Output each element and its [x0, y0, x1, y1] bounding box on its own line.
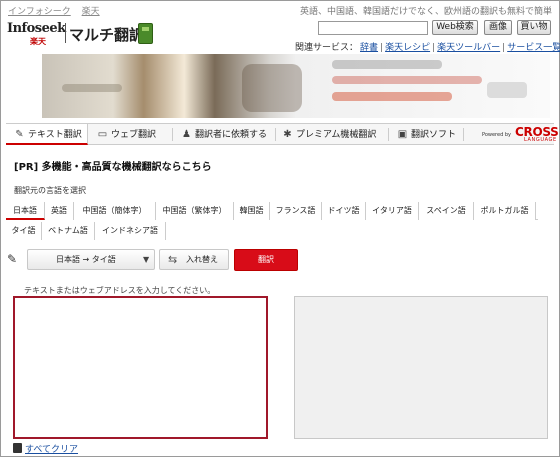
divider: | [432, 43, 436, 53]
powered-by-label: Powered by [482, 132, 511, 138]
rakuten-link[interactable]: 楽天 [82, 7, 100, 17]
top-links: インフォシーク 楽天 [8, 4, 108, 17]
language-pair-value: 日本語 → タイ語 [56, 250, 116, 269]
pair-arrow: → [82, 255, 90, 264]
box-icon: ▣ [397, 129, 408, 140]
lang-tab-portuguese[interactable]: ポルトガル語 [474, 202, 536, 220]
lang-tab-thai[interactable]: タイ語 [6, 222, 42, 240]
image-search-button[interactable]: 画像 [484, 20, 512, 35]
logo-divider [65, 23, 66, 43]
site-logo[interactable]: Infoseek 楽天 マルチ翻訳 [7, 21, 153, 47]
pair-to: タイ語 [91, 255, 116, 264]
related-services: 関連サービス： 辞書 | 楽天レシピ | 楽天ツールバー | サービス一覧 [295, 40, 560, 53]
browser-icon: ▭ [97, 129, 108, 140]
ad-banner[interactable] [42, 54, 550, 118]
clear-all-link[interactable]: すべてクリア [13, 442, 78, 455]
lang-tab-italian[interactable]: イタリア語 [366, 202, 419, 220]
lang-tab-spanish[interactable]: スペイン語 [419, 202, 474, 220]
divider: | [502, 43, 506, 53]
swap-label: 入れ替え [186, 255, 218, 264]
person-icon: ♟ [182, 129, 191, 140]
pencil-icon: ✎ [15, 129, 24, 140]
ad-blur [332, 92, 452, 101]
infoseek-link[interactable]: インフォシーク [8, 7, 71, 17]
tab-translation-software[interactable]: ▣ 翻訳ソフト [389, 124, 464, 145]
lang-tab-japanese[interactable]: 日本語 [6, 202, 45, 220]
tab-label: ウェブ翻訳 [111, 130, 157, 140]
ad-blur [487, 82, 527, 98]
tab-label: プレミアム機械翻訳 [296, 130, 377, 140]
logo-rakuten: 楽天 [30, 37, 46, 46]
rakuten-toolbar-link[interactable]: 楽天ツールバー [437, 43, 500, 53]
ad-blur [242, 64, 302, 112]
tagline: 英語、中国語、韓国語だけでなく、欧州語の翻訳も無料で簡単 [299, 7, 552, 17]
service-list-link[interactable]: サービス一覧 [507, 43, 560, 53]
tab-label: 翻訳者に依頼する [195, 130, 268, 140]
cross-language-logo-sub: LANGUAGE [524, 137, 557, 143]
related-label: 関連サービス： [295, 43, 359, 53]
web-search-button[interactable]: Web検索 [432, 20, 478, 35]
lang-tab-french[interactable]: フランス語 [270, 202, 322, 220]
translate-button[interactable]: 翻訳 [234, 249, 298, 271]
swap-icon: ⇆ [168, 253, 178, 266]
ad-blur [62, 84, 122, 92]
swap-languages-button[interactable]: ⇆ 入れ替え [159, 249, 229, 270]
main-nav: ✎ テキスト翻訳 ▭ ウェブ翻訳 ♟ 翻訳者に依頼する ✱ プレミアム機械翻訳 ▣ 翻訳ソ… [6, 123, 559, 145]
tab-label: 翻訳ソフト [411, 130, 457, 140]
tab-premium-translation[interactable]: ✱ プレミアム機械翻訳 [276, 124, 389, 145]
source-language-label: 翻訳元の言語を選択 [14, 186, 86, 195]
shopping-search-button[interactable]: 買い物 [517, 20, 551, 35]
lang-tab-german[interactable]: ドイツ語 [322, 202, 366, 220]
language-tabs-row1: 日本語 英語 中国語（簡体字） 中国語（繁体字） 韓国語 フランス語 ドイツ語 … [6, 202, 538, 220]
ad-blur [332, 60, 442, 69]
pr-link[interactable]: [PR] 多機能・高品質な機械翻訳ならこちら [14, 158, 212, 173]
book-icon [138, 23, 153, 44]
translation-output [294, 296, 548, 439]
language-tabs-row2: タイ語 ベトナム語 インドネシア語 [6, 222, 166, 240]
logo-brand: Infoseek [7, 21, 66, 36]
source-text-input[interactable] [13, 296, 268, 439]
ad-blur [332, 76, 482, 84]
lang-tab-korean[interactable]: 韓国語 [234, 202, 270, 220]
lang-tab-vietnamese[interactable]: ベトナム語 [42, 222, 95, 240]
logo-title: マルチ翻訳 [69, 26, 145, 44]
lang-tab-english[interactable]: 英語 [45, 202, 74, 220]
divider [463, 128, 464, 141]
pencil-icon: ✎ [7, 252, 18, 266]
tab-web-translation[interactable]: ▭ ウェブ翻訳 [89, 124, 173, 145]
clear-all-label: すべてクリア [25, 445, 79, 455]
dictionary-link[interactable]: 辞書 [360, 43, 378, 53]
pair-from: 日本語 [56, 255, 80, 264]
language-pair-select[interactable]: 日本語 → タイ語 ▼ [27, 249, 155, 270]
gear-icon: ✱ [283, 129, 292, 140]
rakuten-recipe-link[interactable]: 楽天レシピ [385, 43, 430, 53]
chevron-down-icon: ▼ [143, 255, 150, 264]
lang-tab-indonesian[interactable]: インドネシア語 [95, 222, 166, 240]
tab-label: テキスト翻訳 [28, 130, 82, 140]
tab-text-translation[interactable]: ✎ テキスト翻訳 [6, 124, 88, 145]
trash-icon [13, 443, 22, 453]
search-input[interactable] [318, 21, 428, 35]
lang-tab-chinese-simplified[interactable]: 中国語（簡体字） [74, 202, 156, 220]
divider: | [380, 43, 384, 53]
tab-request-translator[interactable]: ♟ 翻訳者に依頼する [173, 124, 276, 145]
lang-tab-chinese-traditional[interactable]: 中国語（繁体字） [156, 202, 234, 220]
input-hint: テキストまたはウェブアドレスを入力してください。 [24, 286, 216, 295]
